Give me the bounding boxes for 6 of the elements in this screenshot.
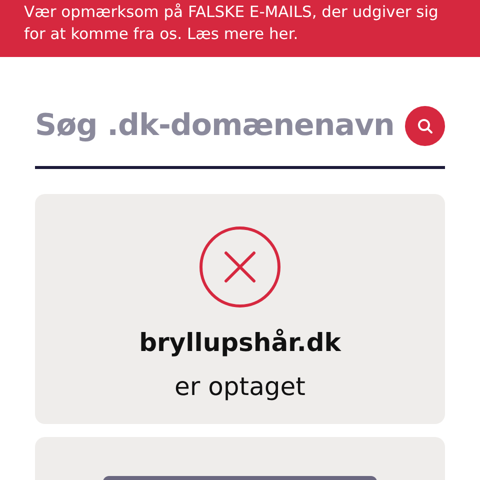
- domain-name: bryllupshår.dk: [139, 327, 341, 359]
- search-icon: [417, 118, 433, 134]
- search-field[interactable]: Søg .dk-domænenavn: [35, 103, 405, 148]
- alert-text: Vær opmærksom på FALSKE E-MAILS, der udgiver sig for at komme fra os. Læs mere her.: [24, 2, 440, 45]
- search-button[interactable]: [405, 106, 445, 146]
- status-text: er optaget: [174, 370, 306, 402]
